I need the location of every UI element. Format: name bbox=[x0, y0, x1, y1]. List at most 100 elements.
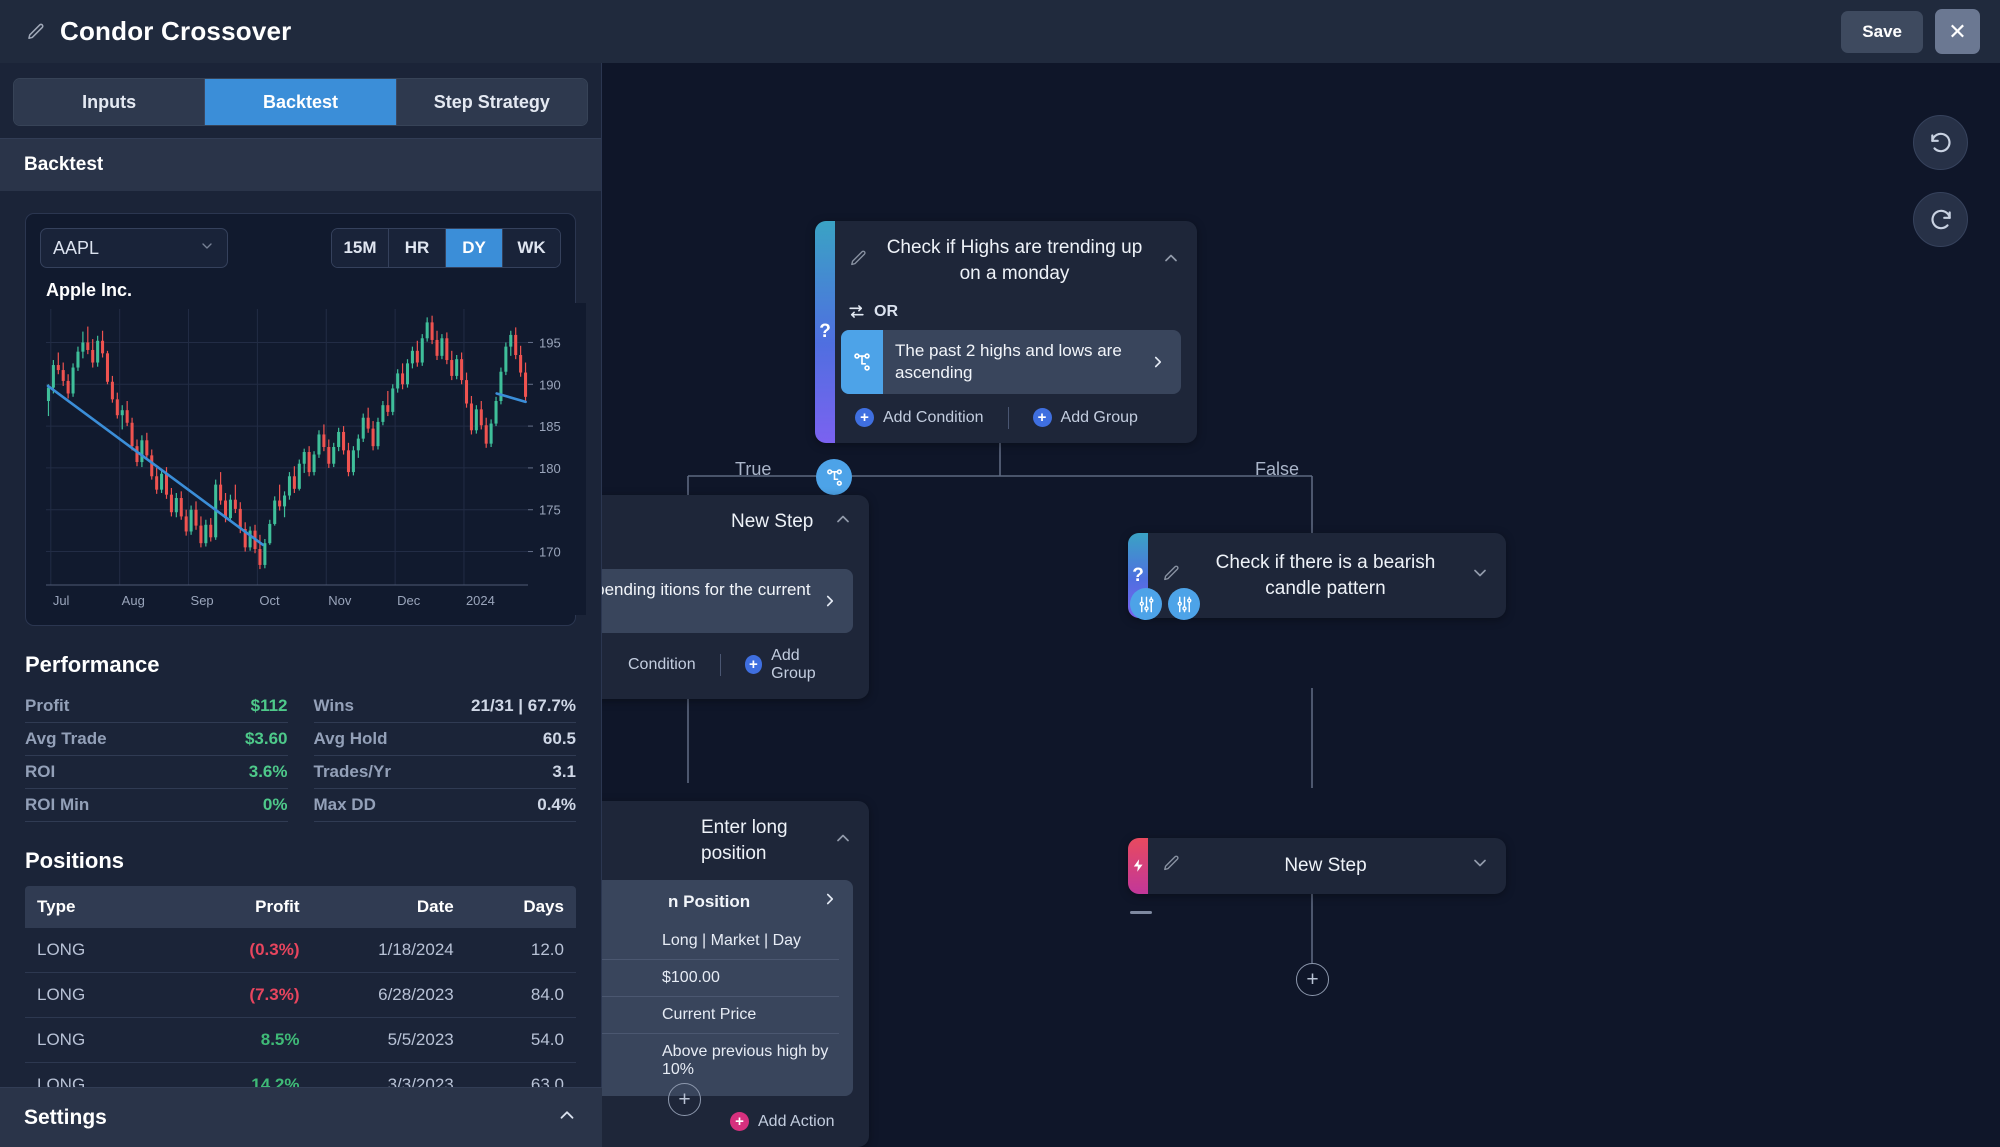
column-header-type: Type bbox=[37, 897, 76, 916]
cell-date: 5/5/2023 bbox=[387, 1030, 454, 1049]
swap-icon bbox=[849, 305, 864, 319]
perf-value: 21/31 | 67.7% bbox=[471, 696, 576, 715]
action-chip-header[interactable]: n Position bbox=[602, 880, 853, 924]
node-enter-long-position[interactable]: Enter long position n Position Long | Ma… bbox=[602, 801, 869, 1147]
left-panel: Inputs Backtest Step Strategy Backtest A… bbox=[0, 63, 602, 1147]
node-title: New Step bbox=[1284, 855, 1367, 876]
node-body: n Position Long | Market | Day $100.00 C… bbox=[602, 880, 869, 1147]
timeframe-hr[interactable]: HR bbox=[389, 229, 446, 267]
branch-label-true: True bbox=[735, 459, 772, 479]
question-mark-badge: ? bbox=[819, 321, 831, 343]
svg-text:Aug: Aug bbox=[122, 593, 145, 608]
indicator-pill-1[interactable] bbox=[1130, 588, 1162, 620]
chevron-down-icon[interactable] bbox=[1470, 563, 1490, 588]
node-root-condition[interactable]: ? Check if Highs are trending up on a mo… bbox=[815, 221, 1197, 444]
perf-row-trades-yr: Trades/Yr 3.1 bbox=[313, 756, 576, 789]
panel-scroll-area[interactable]: AAPL 15M HR DY WK Apple Inc. 170 175 180 18… bbox=[0, 191, 601, 1147]
top-bar: Condor Crossover Save ✕ bbox=[0, 0, 2000, 63]
pencil-icon[interactable] bbox=[1162, 854, 1181, 878]
add-group-button[interactable]: + Add Group bbox=[1023, 406, 1148, 429]
tab-inputs[interactable]: Inputs bbox=[14, 79, 206, 125]
cell-profit: 8.5% bbox=[260, 1030, 300, 1049]
add-group-label: Add Group bbox=[1060, 408, 1138, 426]
performance-col-left: Profit $112 Avg Trade $3.60 ROI 3.6% ROI… bbox=[25, 690, 288, 822]
add-condition-button[interactable]: Condition bbox=[618, 654, 706, 676]
chevron-down-icon[interactable] bbox=[1470, 853, 1490, 878]
settings-bar[interactable]: Settings bbox=[0, 1087, 602, 1147]
cell-date: 1/18/2024 bbox=[378, 940, 454, 959]
timeframe-15m[interactable]: 15M bbox=[332, 229, 389, 267]
cell-profit: (0.3%) bbox=[249, 940, 300, 959]
node-header[interactable]: New Step bbox=[602, 495, 869, 549]
undo-button[interactable] bbox=[1913, 115, 1968, 170]
close-button[interactable]: ✕ bbox=[1935, 9, 1980, 54]
cell-days: 12.0 bbox=[530, 940, 564, 959]
add-action-button[interactable]: + Add Action bbox=[720, 1110, 845, 1133]
node-header[interactable]: New Step bbox=[1128, 838, 1506, 894]
add-node-button-false[interactable]: + bbox=[1296, 963, 1329, 996]
perf-value: 3.1 bbox=[552, 762, 576, 781]
cell-type: LONG bbox=[37, 1030, 86, 1049]
cell-days: 84.0 bbox=[530, 985, 564, 1004]
perf-value: 60.5 bbox=[542, 729, 576, 748]
cell-date: 6/28/2023 bbox=[378, 985, 454, 1004]
positions-title: Positions bbox=[25, 848, 125, 873]
timeframe-group: 15M HR DY WK bbox=[331, 228, 561, 268]
flow-canvas[interactable]: ? Check if Highs are trending up on a mo… bbox=[602, 63, 2000, 1147]
table-row[interactable]: LONG (0.3%) 1/18/2024 12.0 bbox=[25, 928, 576, 973]
chevron-right-icon[interactable] bbox=[821, 890, 839, 913]
condition-chip[interactable]: re are no open or pending itions for the… bbox=[602, 568, 853, 633]
indicator-pill-2[interactable] bbox=[1168, 588, 1200, 620]
node-false-new-step[interactable]: New Step bbox=[1128, 838, 1506, 894]
node-body: OR The past 2 highs and lows are ascendi… bbox=[815, 302, 1197, 443]
redo-button[interactable] bbox=[1913, 192, 1968, 247]
tab-backtest[interactable]: Backtest bbox=[205, 79, 397, 125]
sliders-icon bbox=[1177, 596, 1191, 612]
price-chart[interactable]: 170 175 180 185 190 195 Jul Aug Sep Oct Nov Dec 2024 bbox=[40, 303, 586, 615]
table-row[interactable]: LONG (7.3%) 6/28/2023 84.0 bbox=[25, 973, 576, 1018]
logic-operator-row[interactable]: OR bbox=[847, 302, 1181, 321]
svg-text:Oct: Oct bbox=[259, 593, 280, 608]
table-row[interactable]: LONG 8.5% 5/5/2023 54.0 bbox=[25, 1018, 576, 1063]
add-group-button[interactable]: + Add Group bbox=[735, 645, 853, 685]
perf-row-profit: Profit $112 bbox=[25, 690, 288, 723]
plus-icon: + bbox=[855, 408, 874, 428]
chevron-up-icon[interactable] bbox=[833, 828, 853, 853]
column-header-profit: Profit bbox=[255, 897, 300, 916]
pencil-icon[interactable] bbox=[1162, 564, 1181, 588]
action-line: Current Price bbox=[602, 997, 839, 1035]
svg-text:185: 185 bbox=[539, 419, 561, 434]
chevron-right-icon[interactable] bbox=[1149, 330, 1181, 394]
chevron-up-icon[interactable] bbox=[1161, 248, 1181, 273]
branch-connector-icon[interactable] bbox=[816, 459, 852, 495]
pencil-icon[interactable] bbox=[26, 22, 46, 42]
add-row: Condition + Add Group bbox=[602, 645, 853, 685]
add-condition-button[interactable]: + Add Condition bbox=[845, 406, 994, 429]
tab-step-strategy[interactable]: Step Strategy bbox=[396, 79, 587, 125]
positions-table-header: Type Profit Date Days bbox=[25, 886, 576, 928]
chart-company-name: Apple Inc. bbox=[46, 280, 133, 300]
add-node-button-true[interactable]: + bbox=[668, 1083, 701, 1116]
chevron-right-icon[interactable] bbox=[821, 569, 853, 633]
add-condition-label: Add Condition bbox=[883, 408, 984, 426]
chevron-down-icon bbox=[199, 238, 215, 259]
node-header[interactable]: Check if Highs are trending up on a mond… bbox=[815, 221, 1197, 300]
save-button[interactable]: Save bbox=[1841, 10, 1923, 53]
node-title: New Step bbox=[731, 511, 814, 532]
condition-chip[interactable]: The past 2 highs and lows are ascending bbox=[841, 330, 1181, 395]
symbol-select[interactable]: AAPL bbox=[40, 228, 228, 268]
chevron-up-icon[interactable] bbox=[833, 509, 853, 534]
chart-toolbar: AAPL 15M HR DY WK bbox=[40, 228, 561, 268]
timeframe-wk[interactable]: WK bbox=[503, 229, 560, 267]
performance-grid: Profit $112 Avg Trade $3.60 ROI 3.6% ROI… bbox=[25, 690, 576, 822]
plus-icon: + bbox=[744, 655, 763, 675]
node-header[interactable]: Enter long position bbox=[602, 801, 869, 880]
chevron-up-icon[interactable] bbox=[556, 1104, 578, 1131]
node-true-new-step[interactable]: New Step re are no open or pending ition… bbox=[602, 495, 869, 699]
perf-row-roi-min: ROI Min 0% bbox=[25, 789, 288, 822]
action-detail-lines: Long | Market | Day $100.00 Current Pric… bbox=[602, 923, 853, 1097]
svg-text:170: 170 bbox=[539, 545, 561, 560]
timeframe-dy[interactable]: DY bbox=[446, 229, 503, 267]
plus-icon: + bbox=[1032, 408, 1052, 428]
pencil-icon[interactable] bbox=[849, 249, 868, 273]
